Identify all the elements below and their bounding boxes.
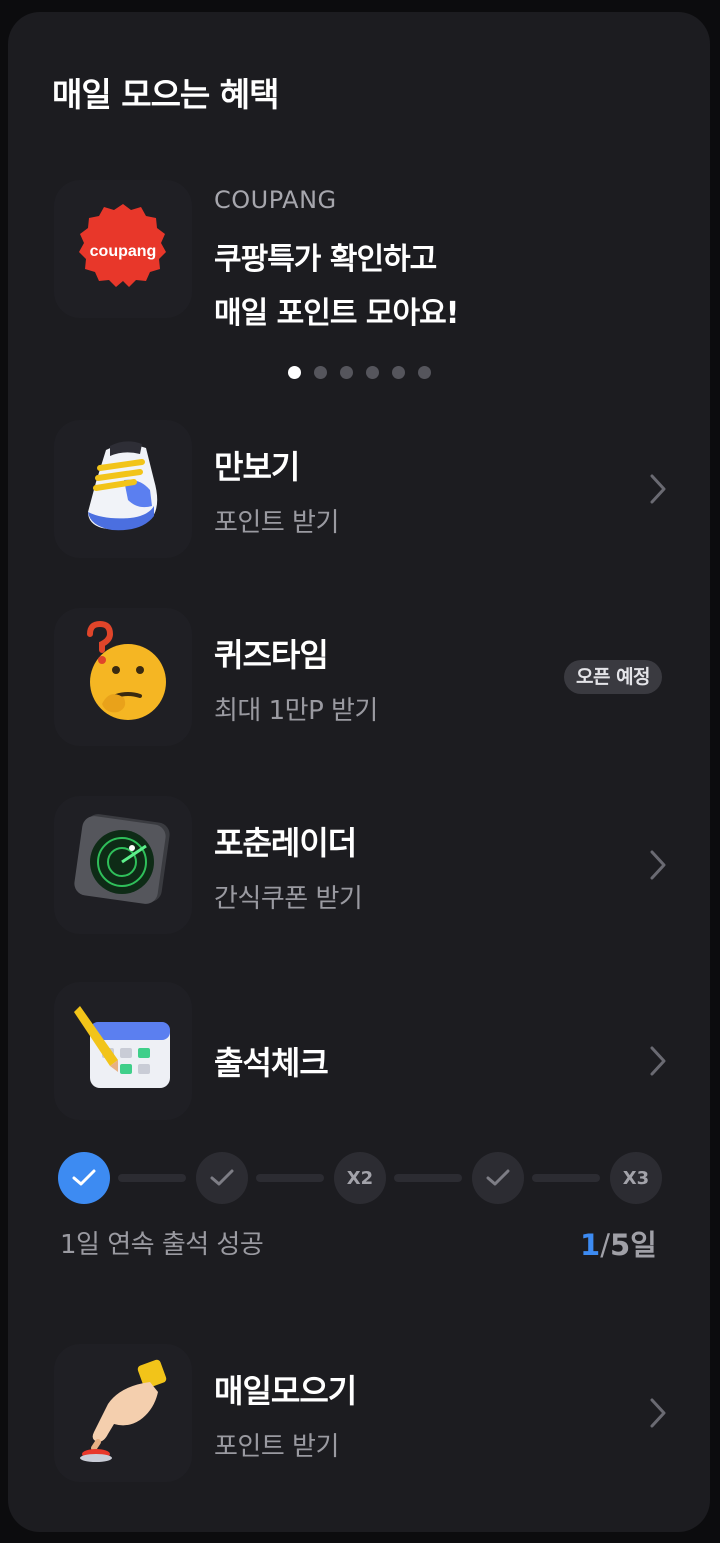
item-title: 출석체크 — [214, 1044, 329, 1082]
attendance-count: 1/5일 — [580, 1222, 657, 1264]
attendance-current: 1 — [580, 1228, 601, 1262]
pagination-dot[interactable] — [418, 366, 431, 379]
item-subtitle: 최대 1만P 받기 — [214, 696, 378, 726]
progress-connector — [532, 1174, 600, 1182]
svg-text:coupang: coupang — [90, 243, 157, 260]
check-icon — [72, 1169, 96, 1186]
item-title: 매일모으기 — [214, 1372, 357, 1410]
progress-connector — [118, 1174, 186, 1182]
coupang-logo-tile: coupang — [54, 180, 192, 318]
coupang-logo-icon: coupang — [79, 204, 166, 287]
chevron-right-icon — [650, 1046, 666, 1076]
attendance-step-4 — [472, 1152, 524, 1204]
radar-icon — [74, 814, 170, 904]
attendance-total: 5일 — [609, 1228, 657, 1262]
sneaker-icon-tile — [54, 420, 192, 558]
attendance-separator: / — [600, 1228, 610, 1262]
attendance-progress: X2 X3 — [58, 1152, 662, 1206]
coupang-banner[interactable]: coupang COUPANG 쿠팡특가 확인하고 매일 포인트 모아요! — [8, 172, 710, 342]
banner-headline-2: 매일 포인트 모아요! — [214, 296, 459, 331]
attendance-step-1 — [58, 1152, 110, 1204]
item-title: 만보기 — [214, 448, 300, 486]
pagination-dot[interactable] — [392, 366, 405, 379]
chevron-right-icon — [650, 474, 666, 504]
pointing-hand-icon-tile — [54, 1344, 192, 1482]
item-subtitle: 간식쿠폰 받기 — [214, 884, 363, 914]
item-title: 퀴즈타임 — [214, 636, 329, 674]
chevron-right-icon — [650, 850, 666, 880]
check-icon — [486, 1169, 510, 1186]
banner-headline-1: 쿠팡특가 확인하고 — [214, 242, 437, 277]
list-item-attendance[interactable]: 출석체크 — [8, 982, 710, 1122]
progress-connector — [394, 1174, 462, 1182]
sneaker-icon — [88, 441, 158, 531]
radar-icon-tile — [54, 796, 192, 934]
banner-brand: COUPANG — [214, 186, 337, 214]
thinking-face-icon-tile — [54, 608, 192, 746]
item-subtitle: 포인트 받기 — [214, 508, 339, 538]
item-title: 포춘레이더 — [214, 824, 357, 862]
coming-soon-badge: 오픈 예정 — [564, 660, 663, 694]
list-item-daily-collect[interactable]: 매일모으기 포인트 받기 — [8, 1344, 710, 1484]
pagination-dot[interactable] — [314, 366, 327, 379]
attendance-step-3: X2 — [334, 1152, 386, 1204]
calendar-icon-tile — [54, 982, 192, 1120]
pagination-dot[interactable] — [288, 366, 301, 379]
section-title: 매일 모으는 혜택 — [52, 75, 279, 114]
list-item-fortune-radar[interactable]: 포춘레이더 간식쿠폰 받기 — [8, 796, 710, 936]
attendance-step-2 — [196, 1152, 248, 1204]
attendance-step-5: X3 — [610, 1152, 662, 1204]
pointing-hand-icon — [80, 1359, 167, 1462]
daily-benefits-card: 매일 모으는 혜택 coupang COUPANG 쿠팡특가 확인하고 매일 포… — [8, 12, 710, 1532]
pagination-dot[interactable] — [340, 366, 353, 379]
pagination-dot[interactable] — [366, 366, 379, 379]
item-subtitle: 포인트 받기 — [214, 1432, 339, 1462]
calendar-icon — [74, 1006, 170, 1088]
list-item-pedometer[interactable]: 만보기 포인트 받기 — [8, 420, 710, 560]
progress-connector — [256, 1174, 324, 1182]
check-icon — [210, 1169, 234, 1186]
thinking-face-icon — [87, 620, 166, 720]
chevron-right-icon — [650, 1398, 666, 1428]
list-item-quiz[interactable]: 퀴즈타임 최대 1만P 받기 오픈 예정 — [8, 608, 710, 748]
attendance-status: 1일 연속 출석 성공 — [60, 1230, 264, 1260]
